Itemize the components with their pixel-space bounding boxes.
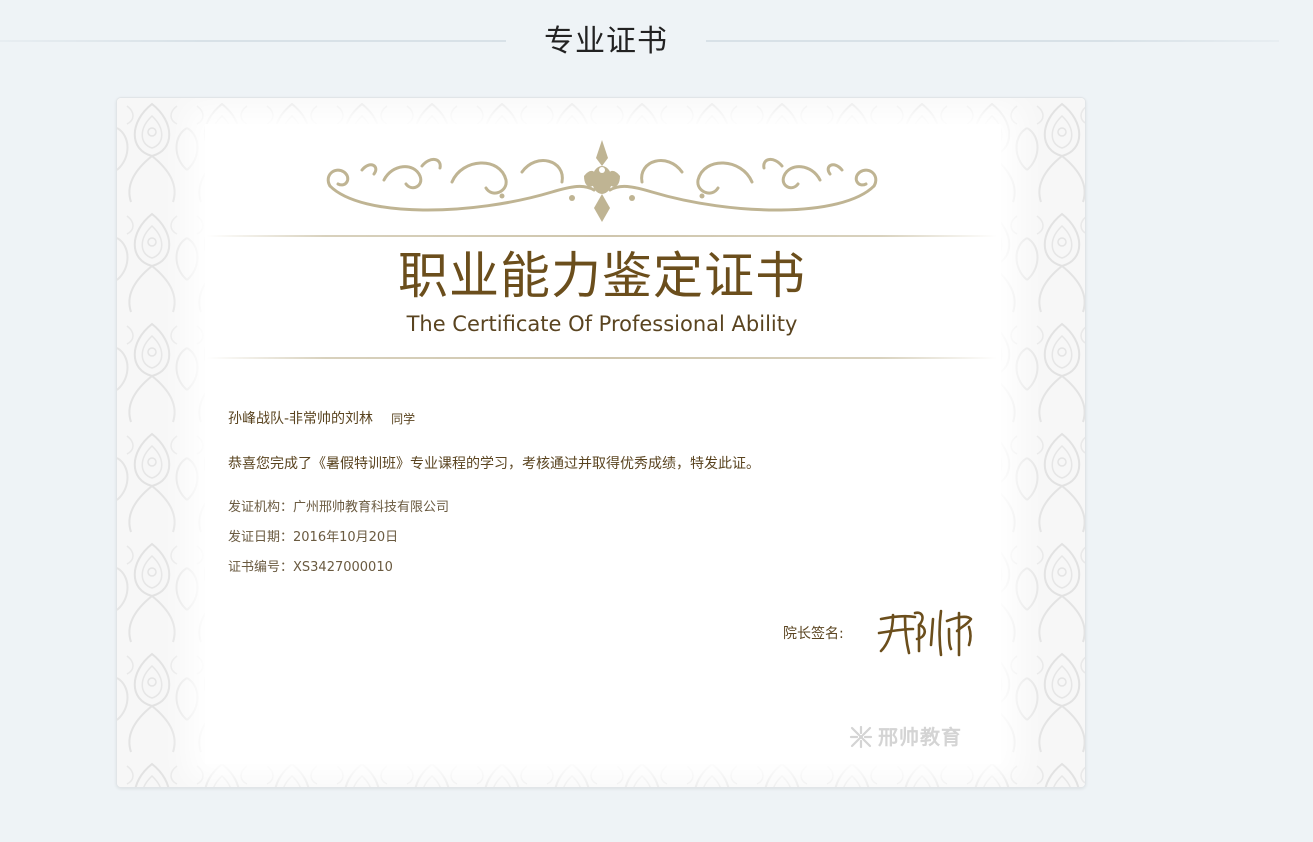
signature-label: 院长签名:: [783, 626, 844, 642]
section-header: 专业证书: [0, 0, 1313, 82]
issuer-info: 发证机构：广州邢帅教育科技有限公司: [228, 500, 450, 515]
certificate-card: 职业能力鉴定证书 The Certificate Of Professional…: [116, 97, 1086, 788]
brand-watermark: 邢帅教育: [849, 724, 962, 750]
section-title: 专业证书: [544, 24, 668, 59]
certificate-subtitle: The Certificate Of Professional Ability: [406, 312, 798, 336]
handwritten-signature-icon: [877, 609, 973, 657]
title-divider-bottom: [207, 357, 997, 359]
header-divider-left: [0, 40, 506, 42]
certificate-body-text: 恭喜您完成了《暑假特训班》专业课程的学习，考核通过并取得优秀成绩，特发此证。: [228, 456, 760, 472]
page: 专业证书 职业能力鉴定证书 The Certificate Of Profess…: [0, 0, 1313, 842]
certificate-number-info: 证书编号：XS3427000010: [228, 560, 393, 575]
ornament-flourish-icon: [326, 140, 878, 222]
header-divider-right: [706, 40, 1279, 42]
recipient-line: 孙峰战队-非常帅的刘林 同学: [228, 409, 415, 429]
brand-logo-icon: [849, 725, 873, 749]
brand-name: 邢帅教育: [878, 725, 962, 749]
title-divider-top: [207, 235, 997, 237]
certificate-title: 职业能力鉴定证书: [398, 247, 806, 305]
issue-date-info: 发证日期：2016年10月20日: [228, 530, 399, 545]
recipient-suffix: 同学: [391, 412, 416, 426]
recipient-name: 孙峰战队-非常帅的刘林: [228, 411, 374, 427]
